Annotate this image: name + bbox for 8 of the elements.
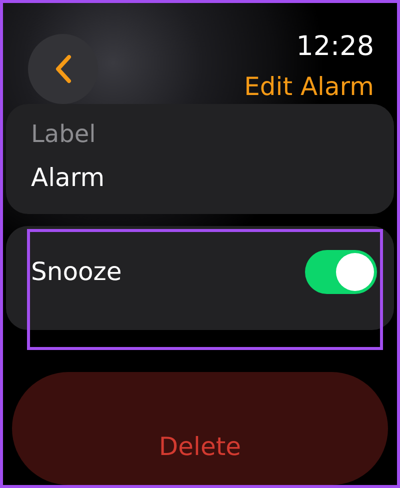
label-field[interactable]: Label Alarm (6, 104, 394, 214)
field-value: Alarm (31, 162, 106, 194)
field-caption: Label (31, 119, 97, 150)
snooze-toggle[interactable] (305, 250, 377, 294)
back-icon (54, 54, 72, 84)
clock-time: 12:28 (296, 30, 374, 64)
screen-title: Edit Alarm (244, 71, 374, 103)
snooze-label: Snooze (31, 257, 122, 286)
